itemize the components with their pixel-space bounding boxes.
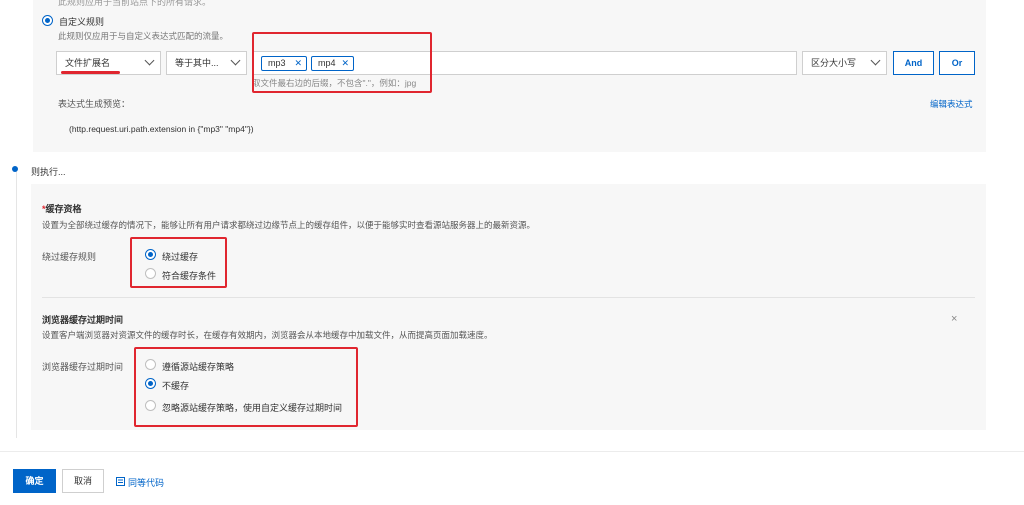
preview-label: 表达式生成预览： <box>58 99 131 109</box>
annotation-underline <box>61 71 120 74</box>
custom-rule-label[interactable]: 自定义规则 <box>59 15 104 28</box>
bypass-rule-label: 绕过缓存规则 <box>42 252 97 262</box>
section-divider <box>42 297 975 298</box>
footer-divider <box>0 451 1024 452</box>
browser-cache-desc: 设置客户端浏览器对资源文件的缓存时长，在缓存有效期内，浏览器会从本地缓存中加载文… <box>42 330 493 340</box>
operator-select[interactable]: 等于其中... <box>166 51 247 75</box>
custom-rule-radio[interactable] <box>42 15 53 26</box>
chevron-down-icon <box>144 55 155 66</box>
browser-cache-close[interactable]: × <box>951 313 957 325</box>
cache-eligibility-title-text: 缓存资格 <box>45 204 82 214</box>
cancel-button[interactable]: 取消 <box>62 469 104 493</box>
edit-expression-link[interactable]: 编辑表达式 <box>930 98 973 110</box>
annotation-box-browser <box>134 347 358 427</box>
browser-cache-title: 浏览器缓存过期时间 <box>42 315 124 325</box>
or-button[interactable]: Or <box>939 51 975 75</box>
timeline-dot <box>12 166 18 172</box>
then-label: 则执行... <box>31 167 66 177</box>
field-select-value: 文件扩展名 <box>65 58 111 68</box>
and-button[interactable]: And <box>893 51 934 75</box>
browser-cache-field-label: 浏览器缓存过期时间 <box>42 362 124 372</box>
confirm-button[interactable]: 确定 <box>13 469 56 493</box>
annotation-box-bypass <box>130 237 227 288</box>
custom-rule-desc: 此规则仅应用于与自定义表达式匹配的流量。 <box>58 31 229 41</box>
timeline-line <box>16 172 17 438</box>
top-clipped-text: 此规则应用于当前站点下的所有请求。 <box>58 0 212 7</box>
cache-eligibility-title: *缓存资格 <box>42 202 82 215</box>
annotation-box-values <box>252 32 432 93</box>
operator-select-value: 等于其中... <box>175 58 219 68</box>
code-icon <box>116 477 125 486</box>
case-select-value: 区分大小写 <box>811 58 857 68</box>
equivalent-code-label: 同等代码 <box>128 478 165 488</box>
chevron-down-icon <box>230 55 241 66</box>
chevron-down-icon <box>870 55 881 66</box>
cache-eligibility-desc: 设置为全部绕过缓存的情况下，能够让所有用户请求都绕过边缘节点上的缓存组件，以便于… <box>42 220 536 230</box>
expression-preview: (http.request.uri.path.extension in {"mp… <box>69 124 254 134</box>
case-select[interactable]: 区分大小写 <box>802 51 887 75</box>
